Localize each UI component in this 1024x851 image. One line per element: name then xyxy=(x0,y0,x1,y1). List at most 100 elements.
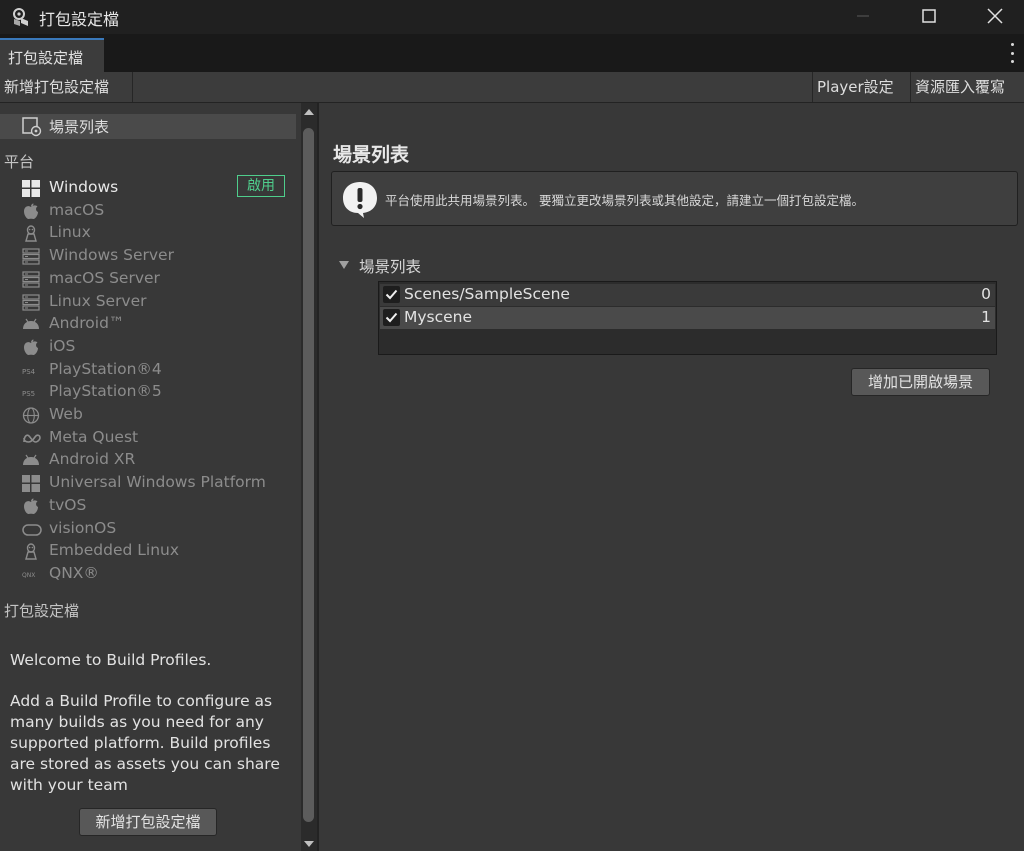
platform-name: Meta Quest xyxy=(49,427,139,446)
sidebar-item-platform[interactable]: PS5 PlayStation®5 xyxy=(0,381,298,404)
scene-index: 1 xyxy=(981,308,991,326)
linux-icon xyxy=(22,225,40,243)
platform-name: QNX® xyxy=(49,563,99,582)
scrollbar-thumb[interactable] xyxy=(303,128,314,822)
scene-index: 0 xyxy=(981,285,991,303)
sidebar-item-scene-list[interactable]: 場景列表 xyxy=(0,114,296,139)
platform-name: Android XR xyxy=(49,450,136,469)
sidebar-item-platform[interactable]: visionOS xyxy=(0,518,298,541)
foldout-label: 場景列表 xyxy=(359,258,422,276)
enabled-badge: 啟用 xyxy=(237,175,285,197)
scene-row[interactable]: Myscene 1 xyxy=(380,307,995,329)
close-icon xyxy=(987,8,1003,24)
sidebar-item-platform[interactable]: Windows Server xyxy=(0,245,298,268)
linux-icon xyxy=(22,543,40,560)
scroll-up-icon[interactable] xyxy=(304,109,314,115)
platform-name: Android™ xyxy=(49,314,125,333)
tab-label: 打包設定檔 xyxy=(8,49,84,67)
sidebar: 場景列表 平台 Windows 啟用 macOS Linux Windows Serve… xyxy=(0,103,300,851)
platform-name: Linux xyxy=(49,223,91,242)
sidebar-item-platform[interactable]: QNX QNX® xyxy=(0,563,298,586)
platform-name: iOS xyxy=(49,336,76,355)
sidebar-item-platform[interactable]: Web xyxy=(0,404,298,427)
minimize-icon xyxy=(857,15,869,17)
sidebar-item-platform[interactable]: Embedded Linux xyxy=(0,540,298,563)
sidebar-item-platform[interactable]: Android™ xyxy=(0,313,298,336)
server-icon xyxy=(22,271,40,288)
scene-checkbox[interactable] xyxy=(383,309,400,326)
checkmark-icon xyxy=(385,289,398,300)
asset-import-overrides-button[interactable]: 資源匯入覆寫 xyxy=(910,72,1024,102)
add-build-profile-button[interactable]: 新增打包設定檔 xyxy=(79,808,217,836)
welcome-body: Add a Build Profile to configure as many… xyxy=(10,692,280,794)
meta-icon xyxy=(22,430,41,447)
platform-name: Windows xyxy=(49,178,119,196)
windows-icon xyxy=(22,475,40,493)
scroll-down-icon[interactable] xyxy=(304,841,314,847)
svg-text:QNX: QNX xyxy=(22,572,35,579)
scene-list-table: Scenes/SampleScene 0 Myscene 1 xyxy=(378,281,997,355)
checkmark-icon xyxy=(385,312,398,323)
maximize-icon xyxy=(922,9,936,23)
page-title: 場景列表 xyxy=(333,144,410,166)
platforms-header: 平台 xyxy=(4,153,35,171)
scene-name: Scenes/SampleScene xyxy=(404,285,570,303)
tab-build-profiles[interactable]: 打包設定檔 xyxy=(0,38,104,72)
platform-name: Web xyxy=(49,405,83,423)
scene-row[interactable]: Scenes/SampleScene 0 xyxy=(380,284,995,306)
server-icon xyxy=(22,293,40,311)
apple-icon xyxy=(22,203,40,220)
platform-name: Linux Server xyxy=(49,291,147,310)
android-icon xyxy=(22,316,40,333)
scene-list-label: 場景列表 xyxy=(49,118,110,136)
ps5-icon: PS5 xyxy=(22,384,40,401)
svg-text:PS5: PS5 xyxy=(22,390,35,398)
player-settings-button[interactable]: Player設定 xyxy=(812,72,911,102)
sidebar-item-platform[interactable]: Meta Quest xyxy=(0,427,298,450)
platform-name: Windows Server xyxy=(49,246,174,265)
windows-icon xyxy=(22,180,40,197)
platform-name: PlayStation®4 xyxy=(49,359,162,378)
scene-checkbox[interactable] xyxy=(383,286,400,303)
sidebar-item-platform[interactable]: tvOS xyxy=(0,495,298,518)
sidebar-item-platform[interactable]: Universal Windows Platform xyxy=(0,472,298,495)
title-bar: 打包設定檔 xyxy=(0,0,1024,34)
unity-logo-icon xyxy=(13,8,28,26)
qnx-icon: QNX xyxy=(22,566,40,583)
sidebar-item-platform[interactable]: iOS xyxy=(0,336,298,359)
sidebar-item-platform[interactable]: macOS Server xyxy=(0,268,298,291)
platform-name: Embedded Linux xyxy=(49,541,180,560)
welcome-title: Welcome to Build Profiles. xyxy=(10,651,212,669)
sidebar-item-platform[interactable]: PS4 PlayStation®4 xyxy=(0,359,298,382)
build-profiles-header: 打包設定檔 xyxy=(4,602,80,620)
minimize-button[interactable] xyxy=(840,0,886,32)
toolbar: 新增打包設定檔 Player設定 資源匯入覆寫 xyxy=(0,72,1024,103)
platform-name: Universal Windows Platform xyxy=(49,473,266,492)
platform-name: tvOS xyxy=(49,495,87,514)
foldout-arrow-icon[interactable] xyxy=(339,261,349,269)
sidebar-item-platform[interactable]: macOS xyxy=(0,200,298,223)
platform-name: visionOS xyxy=(49,518,117,537)
info-icon xyxy=(343,182,377,218)
tab-strip: 打包設定檔 xyxy=(0,34,1024,72)
server-icon xyxy=(22,248,40,265)
sidebar-scrollbar[interactable] xyxy=(301,103,317,851)
android-icon xyxy=(22,452,40,469)
ps4-icon: PS4 xyxy=(22,362,40,379)
vision-icon xyxy=(22,521,42,538)
new-profile-button[interactable]: 新增打包設定檔 xyxy=(0,72,133,102)
scene-name: Myscene xyxy=(404,308,473,326)
platform-name: PlayStation®5 xyxy=(49,382,162,401)
main-panel: 場景列表 平台使用此共用場景列表。 要獨立更改場景列表或其他設定，請建立一個打包… xyxy=(319,103,1024,851)
sidebar-item-platform[interactable]: Linux xyxy=(0,222,298,245)
sidebar-item-platform[interactable]: Windows 啟用 xyxy=(0,175,298,200)
maximize-button[interactable] xyxy=(906,0,952,32)
platform-name: macOS xyxy=(49,200,105,219)
sidebar-item-platform[interactable]: Linux Server xyxy=(0,291,298,314)
info-box: 平台使用此共用場景列表。 要獨立更改場景列表或其他設定，請建立一個打包設定檔。 xyxy=(331,171,1018,226)
close-button[interactable] xyxy=(972,0,1018,32)
add-open-scenes-button[interactable]: 增加已開啟場景 xyxy=(851,368,990,396)
sidebar-item-platform[interactable]: Android XR xyxy=(0,449,298,472)
more-options-icon[interactable] xyxy=(1006,43,1018,63)
globe-icon xyxy=(22,407,40,424)
